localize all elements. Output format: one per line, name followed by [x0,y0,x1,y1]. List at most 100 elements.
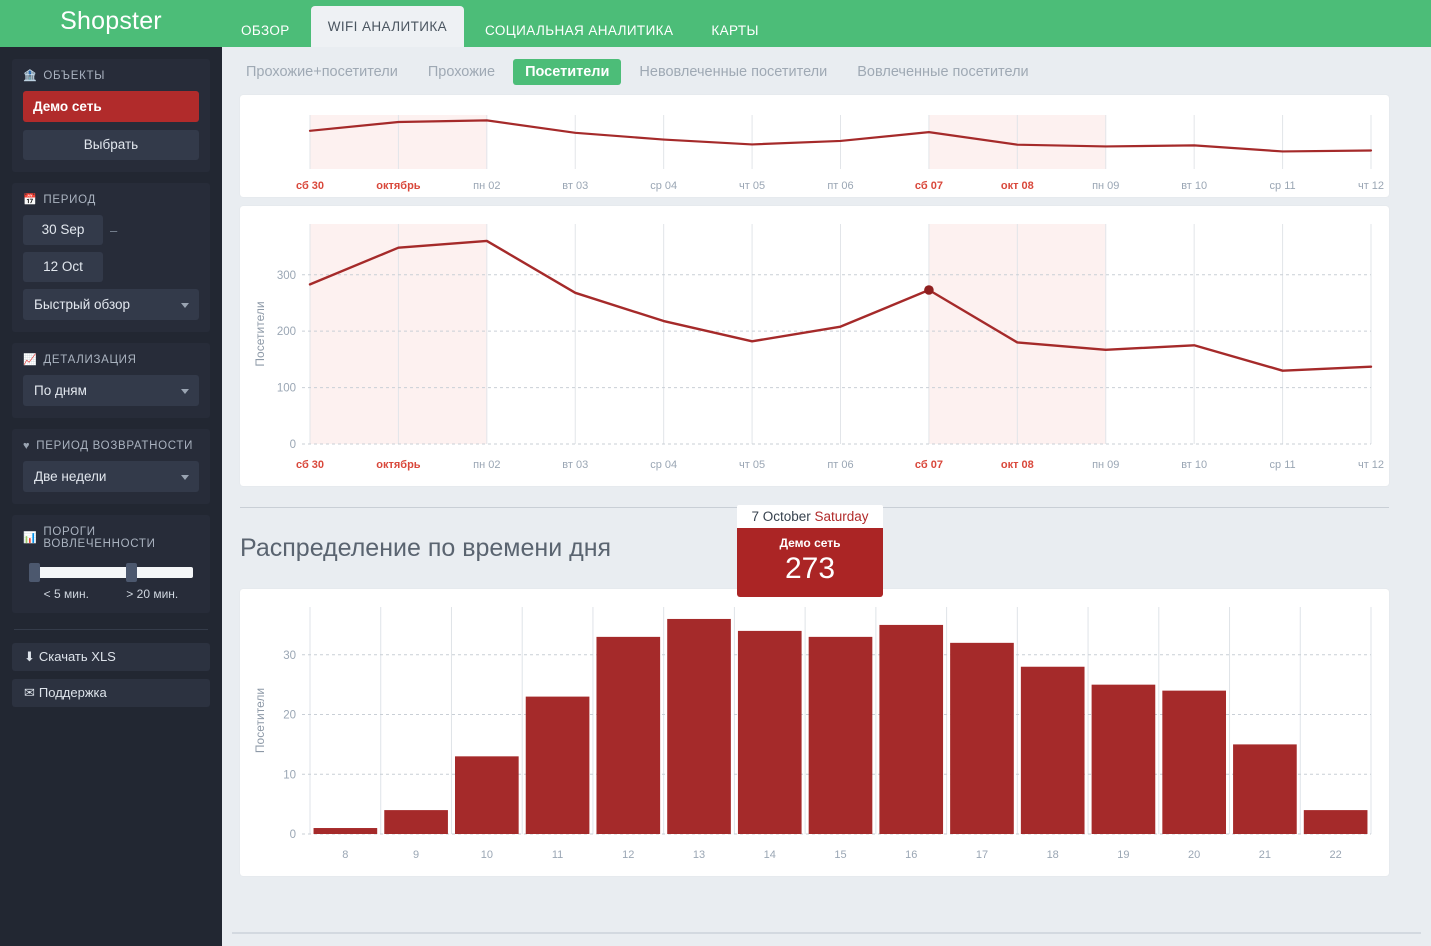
main-x-tick: пн 02 [473,459,500,471]
bar[interactable] [1303,810,1368,834]
nav-item-overview[interactable]: ОБЗОР [224,15,307,47]
nav-x-tick: окт 08 [1001,180,1034,192]
bars-x-tick: 22 [1330,849,1342,861]
main-x-tick: ср 04 [650,459,677,471]
nav-item-maps[interactable]: КАРТЫ [694,15,775,47]
bars-x-tick: 11 [552,849,563,861]
chart-distribution-by-hour[interactable]: 0 10 20 30 Посетители 8 9 10 11 12 13 14 15 16 17 18 19 2… [240,589,1389,876]
return-period-value: Две недели [34,469,107,484]
sidebar: 🏦 ОБЪЕКТЫ Демо сеть Выбрать 📅 ПЕРИОД 30 … [0,47,222,946]
threshold-slider[interactable]: < 5 мин. > 20 мин. [23,559,199,601]
bars-x-tick: 17 [976,849,988,861]
quick-period-select[interactable]: Быстрый обзор [23,289,199,320]
detail-value: По дням [34,383,87,398]
brand-logo[interactable]: Shopster [0,0,222,47]
bars-y-axis-title: Посетители [253,688,267,753]
tooltip-header: 7 October Saturday [737,505,883,528]
nav-x-tick: пн 02 [473,180,500,192]
bars-x-tick: 20 [1188,849,1200,861]
chart-navigator-card[interactable]: сб 30 октябрь пн 02 вт 03 ср 04 чт 05 пт 06 сб … [240,95,1389,197]
bar[interactable] [667,618,731,834]
panel-period: 📅 ПЕРИОД 30 Sep – 12 Oct Быстрый обзор [12,183,210,332]
bar[interactable] [737,630,802,834]
bottom-rule [232,932,1421,934]
sidebar-divider [14,629,208,630]
nav-x-tick: ср 04 [650,180,677,192]
panel-period-label: ПЕРИОД [43,194,96,206]
date-from-button[interactable]: 30 Sep [23,215,103,245]
bars-x-tick: 16 [905,849,917,861]
bar[interactable] [455,756,519,834]
support-button[interactable]: ✉ Поддержка [12,679,210,707]
nav-x-tick: чт 05 [739,180,765,192]
tab-passersby-and-visitors[interactable]: Прохожие+посетители [234,59,410,85]
bar[interactable] [879,624,944,834]
nav-x-tick: сб 30 [296,180,324,192]
panel-objects-label: ОБЪЕКТЫ [43,70,106,82]
panel-return-period: ♥ ПЕРИОД ВОЗВРАТНОСТИ Две недели [12,429,210,504]
chevron-down-icon [181,388,189,394]
date-to-row: 12 Oct [23,252,199,282]
chart-navigator[interactable]: сб 30 октябрь пн 02 вт 03 ср 04 чт 05 пт 06 сб … [240,95,1389,197]
nav-x-tick: пн 09 [1092,180,1119,192]
nav-x-tick: вт 03 [562,180,588,192]
download-xls-button[interactable]: ⬇ Скачать XLS [12,643,210,671]
slider-knob-left[interactable] [29,563,40,582]
tab-passersby[interactable]: Прохожие [416,59,507,85]
panel-engagement-thresholds: 📊 ПОРОГИ ВОВЛЕЧЕННОСТИ < 5 мин. > 20 мин… [12,515,210,613]
nav-item-wifi-analytics[interactable]: WIFI АНАЛИТИКА [310,6,464,47]
tab-non-engaged-visitors[interactable]: Невовлеченные посетители [627,59,839,85]
slider-label-right: > 20 мин. [126,587,179,601]
bar[interactable] [950,642,1014,834]
selected-data-point[interactable] [924,285,934,295]
bar[interactable] [384,810,448,834]
chart-hourly-card[interactable]: 0 10 20 30 Посетители 8 9 10 11 12 13 14 15 16 17 18 19 2… [240,589,1389,876]
slider-track[interactable] [29,563,193,582]
envelope-icon: ✉ [24,685,35,700]
bars-x-tick: 13 [693,849,705,861]
return-period-select[interactable]: Две недели [23,461,199,492]
chevron-down-icon [181,302,189,308]
bars-x-tick: 10 [481,849,493,861]
bars-x-tick: 18 [1047,849,1059,861]
nav-x-tick: октябрь [376,180,421,192]
bar[interactable] [313,828,378,834]
main-x-tick: вт 03 [562,459,588,471]
bar[interactable] [525,696,590,834]
nav-item-social-analytics[interactable]: СОЦИАЛЬНАЯ АНАЛИТИКА [468,15,690,47]
bar[interactable] [1020,666,1085,834]
tab-visitors[interactable]: Посетители [513,59,622,85]
download-xls-label: Скачать XLS [38,649,116,664]
tooltip-series-name: Демо сеть [779,536,841,550]
chart-visitors-card[interactable]: 0 100 200 300 Посетители сб 30 октябрь пн 02 вт … [240,206,1389,486]
date-to-button[interactable]: 12 Oct [23,252,103,282]
bar[interactable] [596,636,661,834]
bars-x-tick: 12 [622,849,634,861]
bars-x-tick: 14 [764,849,776,861]
bar[interactable] [1091,684,1156,834]
bar[interactable] [1233,744,1297,834]
main-x-tick: окт 08 [1001,459,1034,471]
bars-x-tick: 15 [834,849,846,861]
bank-icon: 🏦 [23,69,38,82]
calendar-icon: 📅 [23,193,38,206]
main-y-tick: 300 [277,270,296,282]
bar-chart-icon: 📊 [23,531,38,544]
bars-x-tick: 19 [1117,849,1129,861]
tooltip-date: 7 October [751,509,811,524]
bars-x-tick: 9 [413,849,419,861]
metric-tabs: Прохожие+посетители Прохожие Посетители … [222,47,1431,95]
panel-detail-title: 📈 ДЕТАЛИЗАЦИЯ [23,354,199,366]
selected-object-button[interactable]: Демо сеть [23,91,199,122]
main-y-tick: 0 [290,439,296,451]
tab-engaged-visitors[interactable]: Вовлеченные посетители [845,59,1040,85]
choose-object-button[interactable]: Выбрать [23,130,199,160]
nav-x-tick: вт 10 [1181,180,1207,192]
bars-y-tick: 30 [283,650,296,662]
slider-knob-right[interactable] [125,563,137,582]
bar[interactable] [1162,690,1226,834]
bar[interactable] [808,636,873,834]
detail-select[interactable]: По дням [23,375,199,406]
chevron-down-icon [181,474,189,480]
chart-visitors-by-day[interactable]: 0 100 200 300 Посетители сб 30 октябрь пн 02 вт … [240,206,1389,486]
